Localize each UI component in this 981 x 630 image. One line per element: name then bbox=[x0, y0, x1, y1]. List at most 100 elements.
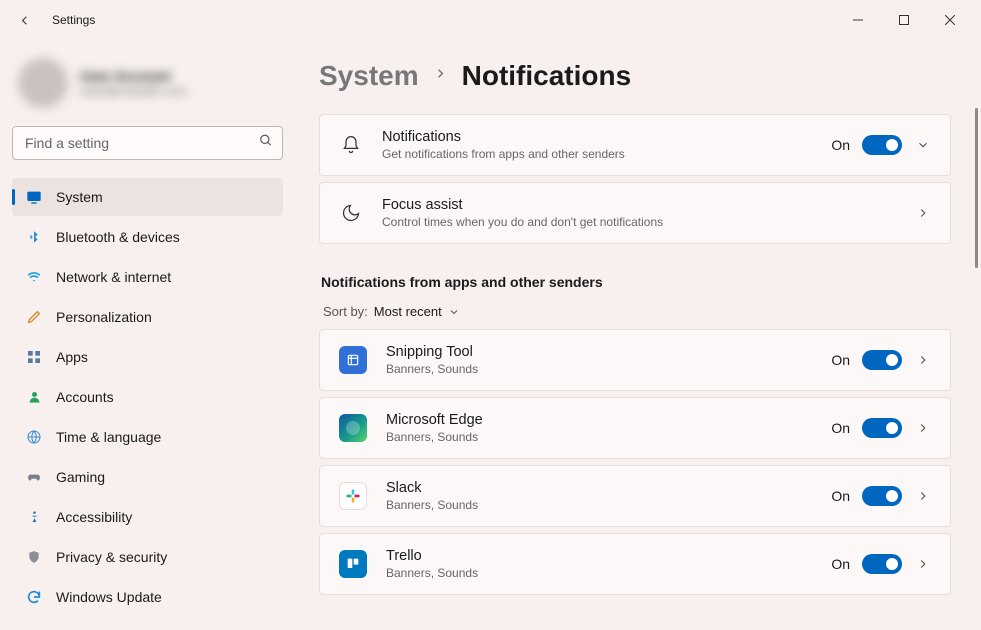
chevron-right-icon[interactable] bbox=[914, 557, 932, 571]
notifications-toggle[interactable] bbox=[862, 135, 902, 155]
nav-list: System Bluetooth & devices Network & inter… bbox=[12, 178, 283, 616]
sidebar-item-label: Bluetooth & devices bbox=[56, 229, 180, 245]
sidebar-item-time-language[interactable]: Time & language bbox=[12, 418, 283, 456]
card-title: Focus assist bbox=[382, 197, 896, 213]
wifi-icon bbox=[26, 269, 42, 285]
sidebar-item-system[interactable]: System bbox=[12, 178, 283, 216]
user-name: User Account bbox=[80, 68, 187, 84]
sidebar-item-label: Accessibility bbox=[56, 509, 132, 525]
card-subtitle: Control times when you do and don't get … bbox=[382, 215, 896, 229]
sidebar-item-network-internet[interactable]: Network & internet bbox=[12, 258, 283, 296]
app-row[interactable]: Microsoft EdgeBanners, SoundsOn bbox=[319, 397, 951, 459]
app-toggle[interactable] bbox=[862, 418, 902, 438]
apps-list: Snipping Tool Banners, Sounds On Microsoft … bbox=[319, 329, 951, 595]
chevron-right-icon[interactable] bbox=[914, 206, 932, 220]
main-content: System Notifications Notifications Get n… bbox=[295, 40, 981, 630]
sidebar-item-gaming[interactable]: Gaming bbox=[12, 458, 283, 496]
chevron-down-icon[interactable] bbox=[914, 138, 932, 152]
sidebar-item-label: Windows Update bbox=[56, 589, 162, 605]
access-icon bbox=[26, 509, 42, 525]
chevron-right-icon[interactable] bbox=[914, 353, 932, 367]
chevron-right-icon bbox=[433, 66, 448, 86]
avatar bbox=[18, 58, 68, 108]
breadcrumb-current: Notifications bbox=[462, 60, 632, 92]
user-block[interactable]: User Account user@example.com bbox=[12, 52, 283, 122]
sort-value: Most recent bbox=[374, 304, 442, 319]
sidebar: User Account user@example.com System Blue… bbox=[0, 40, 295, 630]
window-controls bbox=[835, 4, 973, 36]
app-subtitle: Banners, Sounds bbox=[386, 498, 813, 512]
shield-icon bbox=[26, 549, 42, 565]
sidebar-item-label: Network & internet bbox=[56, 269, 171, 285]
toggle-state-label: On bbox=[831, 488, 850, 504]
sort-dropdown[interactable]: Most recent bbox=[374, 304, 460, 319]
sidebar-item-label: System bbox=[56, 189, 103, 205]
brush-icon bbox=[26, 309, 42, 325]
toggle-state-label: On bbox=[831, 556, 850, 572]
person-icon bbox=[26, 389, 42, 405]
globe-icon bbox=[26, 429, 42, 445]
search-input[interactable] bbox=[12, 126, 283, 160]
search-wrap bbox=[12, 126, 283, 160]
close-icon bbox=[945, 15, 955, 25]
app-row[interactable]: Snipping Tool Banners, Sounds On bbox=[319, 329, 951, 391]
breadcrumb-parent[interactable]: System bbox=[319, 60, 419, 92]
sidebar-item-label: Accounts bbox=[56, 389, 114, 405]
app-toggle[interactable] bbox=[862, 554, 902, 574]
chevron-right-icon[interactable] bbox=[914, 421, 932, 435]
app-icon bbox=[338, 481, 368, 511]
minimize-button[interactable] bbox=[835, 4, 881, 36]
titlebar: Settings bbox=[0, 0, 981, 40]
sidebar-item-label: Time & language bbox=[56, 429, 161, 445]
close-button[interactable] bbox=[927, 4, 973, 36]
app-row[interactable]: Trello Banners, Sounds On bbox=[319, 533, 951, 595]
chevron-down-icon bbox=[448, 306, 460, 318]
bluetooth-icon bbox=[26, 229, 42, 245]
back-button[interactable] bbox=[8, 4, 40, 36]
focus-assist-card[interactable]: Focus assist Control times when you do a… bbox=[319, 182, 951, 244]
app-name: Snipping Tool bbox=[386, 344, 813, 360]
system-icon bbox=[26, 189, 42, 205]
update-icon bbox=[26, 589, 42, 605]
app-icon bbox=[338, 549, 368, 579]
sidebar-item-accessibility[interactable]: Accessibility bbox=[12, 498, 283, 536]
app-subtitle: Banners, Sounds bbox=[386, 362, 813, 376]
app-row[interactable]: Slack Banners, Sounds On bbox=[319, 465, 951, 527]
app-subtitle: Banners, Sounds bbox=[386, 430, 813, 444]
sort-label: Sort by: bbox=[323, 304, 368, 319]
sidebar-item-bluetooth-devices[interactable]: Bluetooth & devices bbox=[12, 218, 283, 256]
app-name: Slack bbox=[386, 480, 813, 496]
chevron-right-icon[interactable] bbox=[914, 489, 932, 503]
arrow-left-icon bbox=[17, 13, 32, 28]
gaming-icon bbox=[26, 469, 42, 485]
sidebar-item-personalization[interactable]: Personalization bbox=[12, 298, 283, 336]
section-header: Notifications from apps and other sender… bbox=[321, 274, 951, 290]
user-email: user@example.com bbox=[80, 84, 187, 98]
app-name: Microsoft Edge bbox=[386, 412, 813, 428]
app-toggle[interactable] bbox=[862, 350, 902, 370]
toggle-state-label: On bbox=[831, 137, 850, 153]
sidebar-item-label: Gaming bbox=[56, 469, 105, 485]
app-subtitle: Banners, Sounds bbox=[386, 566, 813, 580]
bell-icon bbox=[338, 135, 364, 155]
maximize-button[interactable] bbox=[881, 4, 927, 36]
apps-icon bbox=[26, 349, 42, 365]
card-subtitle: Get notifications from apps and other se… bbox=[382, 147, 813, 161]
card-title: Notifications bbox=[382, 129, 813, 145]
minimize-icon bbox=[853, 15, 863, 25]
scrollbar-thumb[interactable] bbox=[975, 108, 978, 268]
sidebar-item-apps[interactable]: Apps bbox=[12, 338, 283, 376]
moon-icon bbox=[338, 203, 364, 223]
notifications-card[interactable]: Notifications Get notifications from app… bbox=[319, 114, 951, 176]
sidebar-item-privacy-security[interactable]: Privacy & security bbox=[12, 538, 283, 576]
app-toggle[interactable] bbox=[862, 486, 902, 506]
sidebar-item-windows-update[interactable]: Windows Update bbox=[12, 578, 283, 616]
sidebar-item-accounts[interactable]: Accounts bbox=[12, 378, 283, 416]
breadcrumb: System Notifications bbox=[319, 60, 951, 92]
sidebar-item-label: Apps bbox=[56, 349, 88, 365]
sidebar-item-label: Personalization bbox=[56, 309, 152, 325]
app-name: Trello bbox=[386, 548, 813, 564]
window-title: Settings bbox=[52, 13, 95, 27]
app-icon bbox=[338, 413, 368, 443]
toggle-state-label: On bbox=[831, 352, 850, 368]
